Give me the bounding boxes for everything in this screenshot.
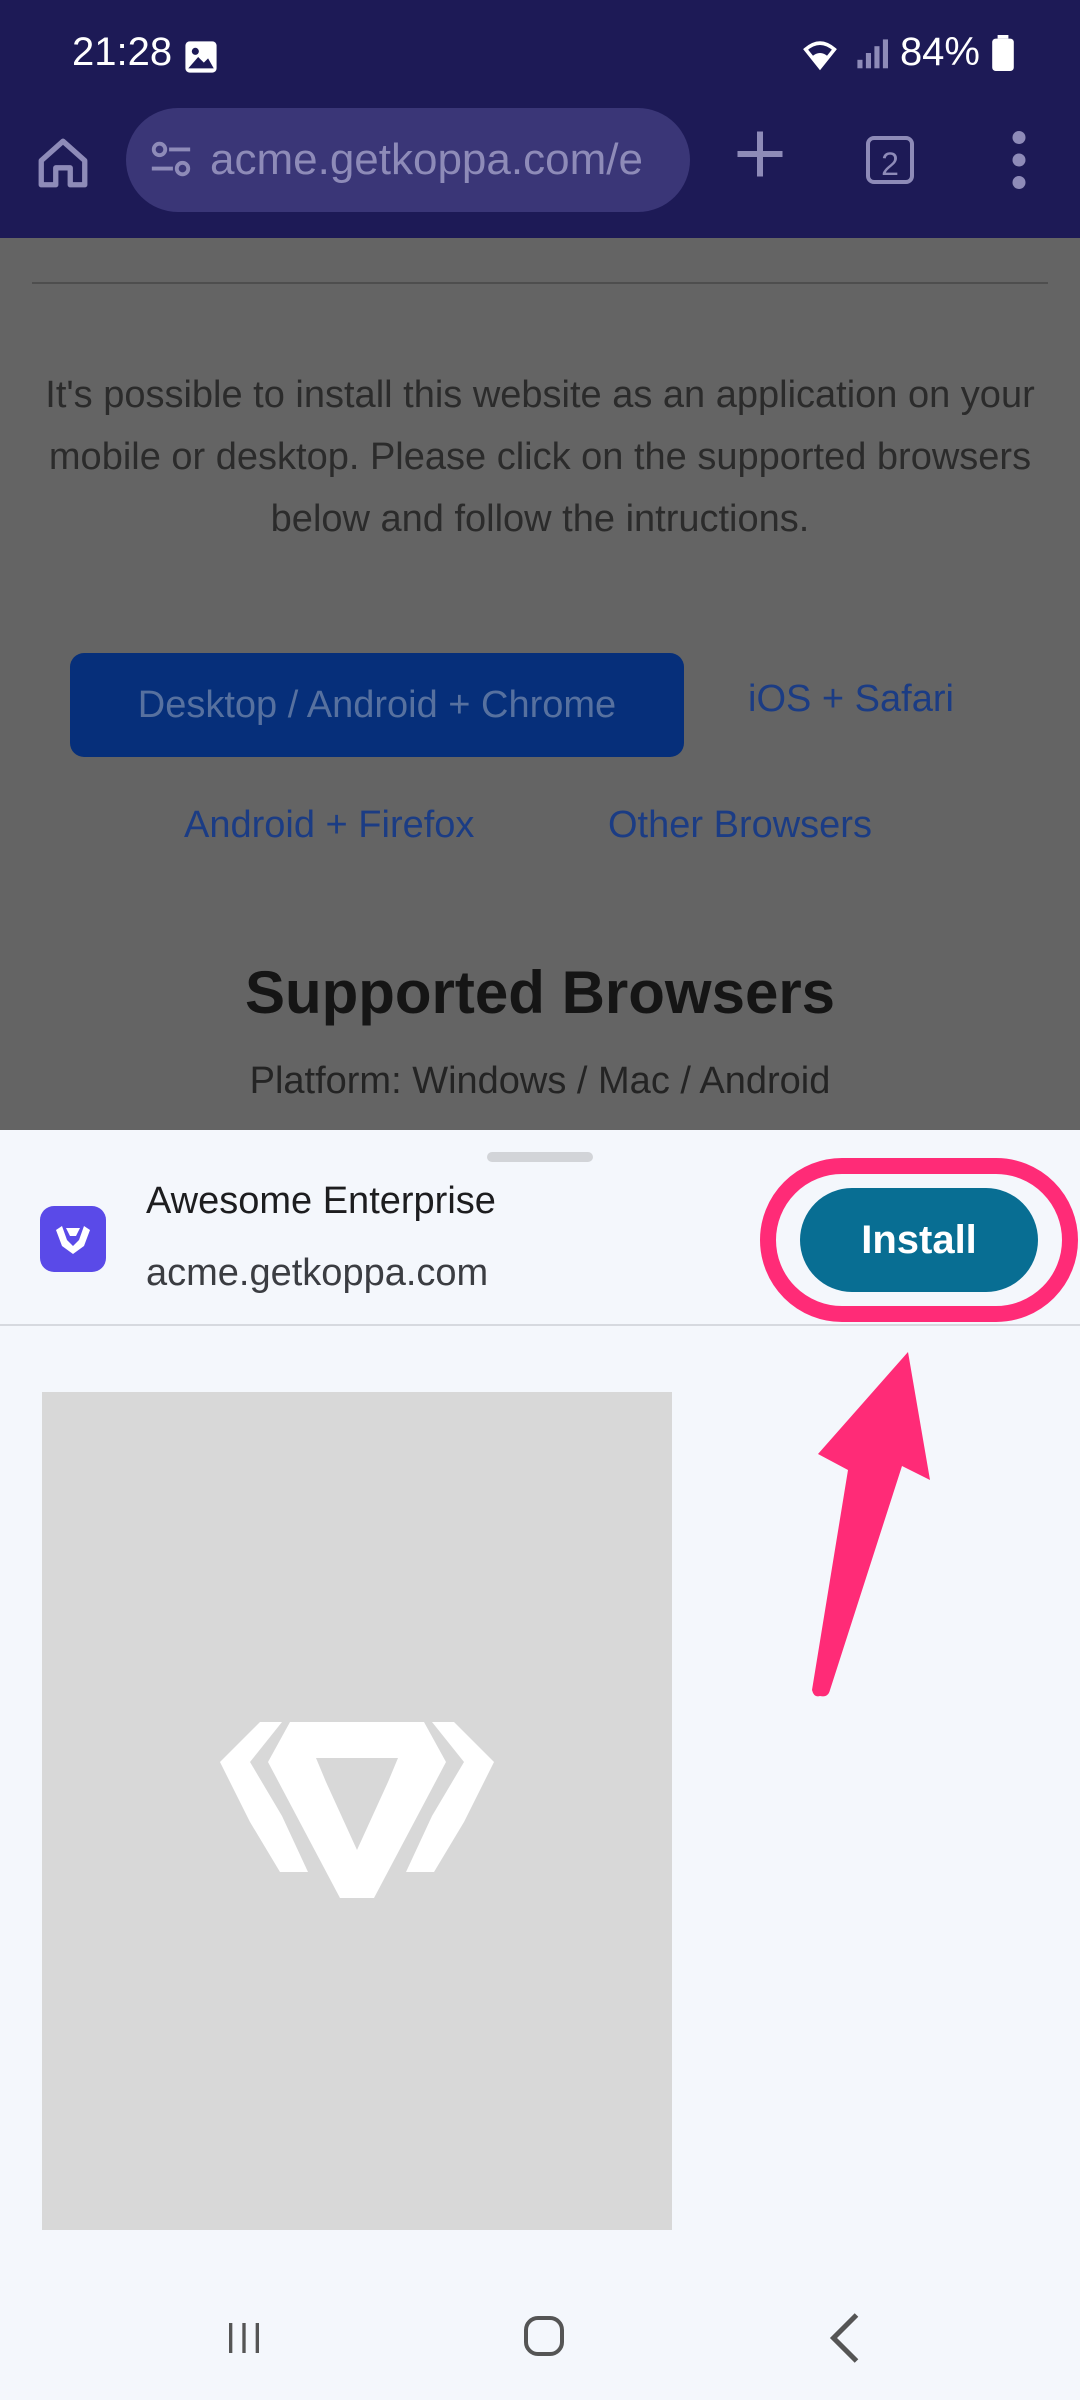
home-icon[interactable]	[34, 134, 92, 192]
app-url: acme.getkoppa.com	[146, 1252, 489, 1294]
status-icons: 84%	[798, 30, 1014, 75]
image-icon	[185, 41, 217, 73]
pointer-arrow-icon	[812, 1352, 930, 1697]
tab-desktop-android-chrome[interactable]: Desktop / Android + Chrome	[70, 653, 684, 757]
app-screenshot-preview	[42, 1392, 672, 2230]
app-name: Awesome Enterprise	[146, 1180, 496, 1222]
app-icon	[40, 1206, 106, 1272]
back-icon[interactable]	[822, 2310, 868, 2366]
tab-other-browsers[interactable]: Other Browsers	[608, 804, 872, 847]
install-button[interactable]: Install	[800, 1188, 1038, 1292]
diamond-logo-icon	[220, 1722, 494, 1898]
wifi-icon	[803, 40, 837, 70]
battery-icon	[992, 34, 1014, 71]
system-nav-bar	[0, 2280, 1080, 2400]
site-settings-icon[interactable]	[148, 136, 194, 182]
more-menu-icon[interactable]	[1004, 130, 1034, 190]
intro-text: It's possible to install this website as…	[45, 374, 1035, 540]
new-tab-icon[interactable]	[730, 124, 790, 184]
url-text: acme.getkoppa.com/e	[210, 135, 643, 184]
platform-text: Platform: Windows / Mac / Android	[249, 1060, 831, 1102]
sheet-drag-handle[interactable]	[487, 1152, 593, 1162]
home-nav-icon[interactable]	[520, 2312, 568, 2360]
status-bar: 21:28 84%	[0, 0, 1080, 120]
section-heading: Supported Browsers	[244, 959, 836, 1026]
tab-switcher-button[interactable]: 2	[866, 136, 914, 184]
clock: 21:28	[72, 30, 173, 74]
signal-icon	[857, 38, 888, 68]
diamond-logo-icon	[56, 1226, 90, 1254]
web-page: It's possible to install this website as…	[0, 238, 1080, 1130]
battery-percent: 84%	[899, 30, 980, 74]
address-bar[interactable]: acme.getkoppa.com/e	[126, 108, 690, 212]
sheet-divider	[0, 1324, 1080, 1326]
recent-apps-icon[interactable]	[224, 2318, 264, 2358]
tab-android-firefox[interactable]: Android + Firefox	[184, 804, 474, 847]
divider	[32, 282, 1048, 284]
tab-ios-safari[interactable]: iOS + Safari	[748, 678, 954, 721]
